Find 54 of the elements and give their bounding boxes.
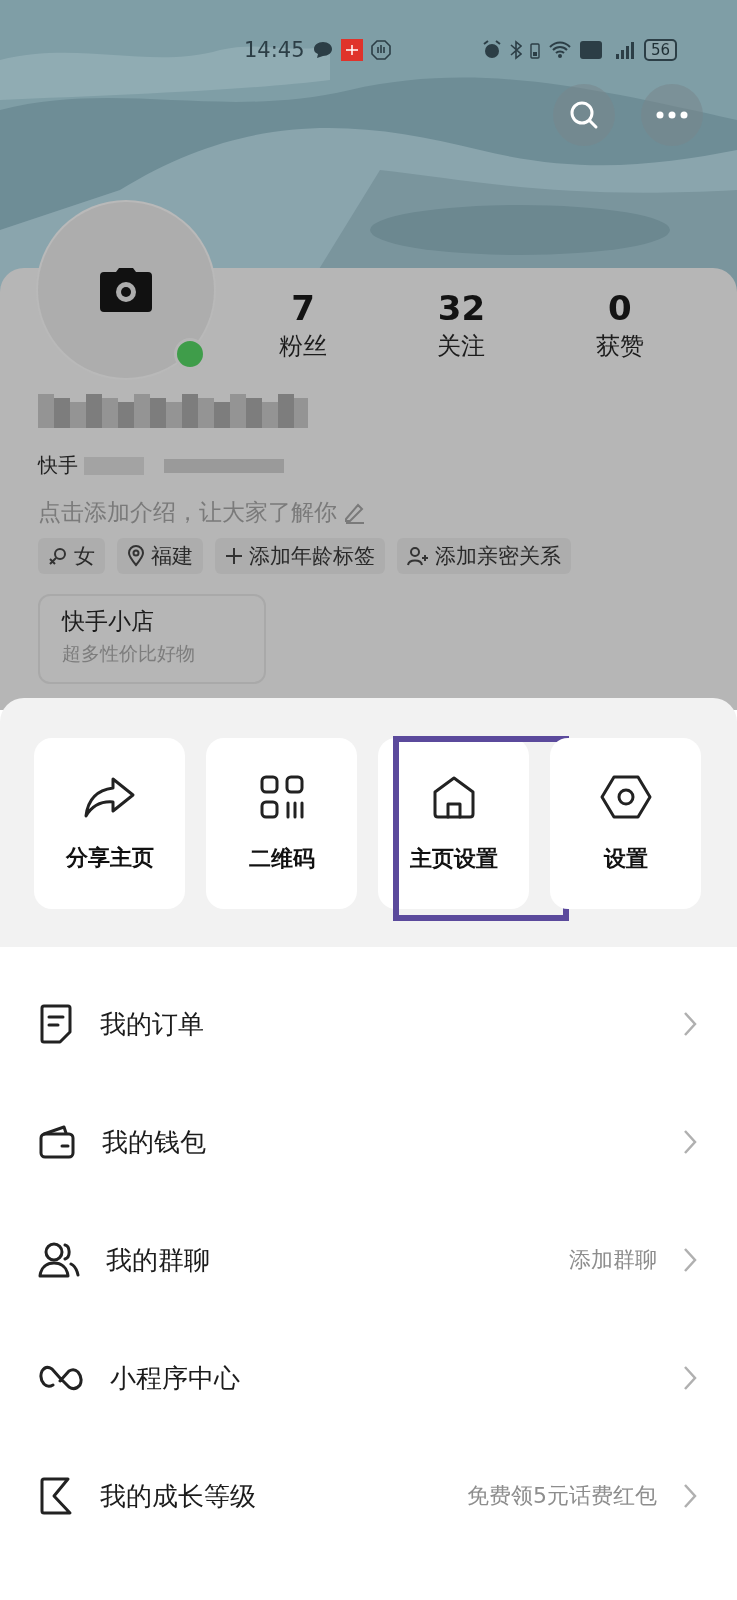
people-icon [38, 1241, 80, 1279]
stat-label: 获赞 [595, 331, 644, 362]
add-person-icon [407, 546, 429, 566]
shop-card[interactable]: 快手小店 超多性价比好物 [38, 594, 266, 684]
chevron-right-icon [683, 1129, 697, 1155]
pencil-icon [343, 501, 365, 524]
action-tile[interactable]: 二维码 [206, 738, 357, 909]
menu-hint: 添加群聊 [569, 1246, 657, 1274]
location-pin-icon [127, 545, 145, 567]
grid-icon [258, 773, 305, 820]
stat-label: 粉丝 [279, 331, 328, 362]
menu-hint: 免费领5元话费红包 [467, 1482, 657, 1510]
menu-label: 我的钱包 [102, 1125, 207, 1159]
action-tile[interactable]: 主页设置 [378, 738, 529, 909]
k-shape-icon [38, 1477, 74, 1515]
menu-label: 小程序中心 [110, 1361, 241, 1395]
chevron-right-icon [683, 1365, 697, 1391]
profile-tag[interactable]: 福建 [117, 538, 203, 574]
menu-label: 我的订单 [100, 1007, 205, 1041]
settings-icon [599, 773, 652, 820]
profile-tag[interactable]: 女 [38, 538, 105, 574]
shop-title: 快手小店 [62, 607, 155, 636]
chevron-right-icon [683, 1011, 697, 1037]
battery-level: 56 [643, 39, 677, 61]
wifi-icon [547, 41, 572, 59]
document-icon [38, 1004, 74, 1044]
shop-subtitle: 超多性价比好物 [62, 641, 196, 666]
stat-count: 7 [291, 288, 315, 328]
status-time: 14:45 [244, 38, 305, 62]
hand-icon [370, 40, 391, 60]
wallet-icon [38, 1124, 76, 1160]
profile-tag[interactable]: 添加亲密关系 [397, 538, 571, 574]
stat-label: 关注 [437, 331, 486, 362]
menu-label: 我的成长等级 [100, 1479, 257, 1513]
plus-icon [225, 547, 243, 565]
alarm-icon [481, 40, 502, 60]
app-badge-icon [340, 39, 363, 61]
more-icon [656, 111, 688, 119]
action-tile[interactable]: 分享主页 [34, 738, 185, 909]
female-symbol-icon [48, 546, 68, 566]
action-tile[interactable]: 设置 [550, 738, 701, 909]
menu-label: 我的群聊 [106, 1243, 211, 1277]
chevron-right-icon [683, 1483, 697, 1509]
search-icon [569, 100, 599, 130]
chat-bubble-icon [312, 41, 333, 59]
account-label: 快手 [38, 452, 78, 479]
camera-icon [100, 268, 152, 312]
bluetooth-icon [509, 40, 522, 60]
infinity-icon [38, 1363, 84, 1393]
chevron-right-icon [683, 1247, 697, 1273]
stat-count: 32 [437, 288, 486, 328]
profile-tag[interactable]: 添加年龄标签 [215, 538, 385, 574]
stat-count: 0 [608, 288, 632, 328]
battery-small-icon [529, 41, 540, 59]
